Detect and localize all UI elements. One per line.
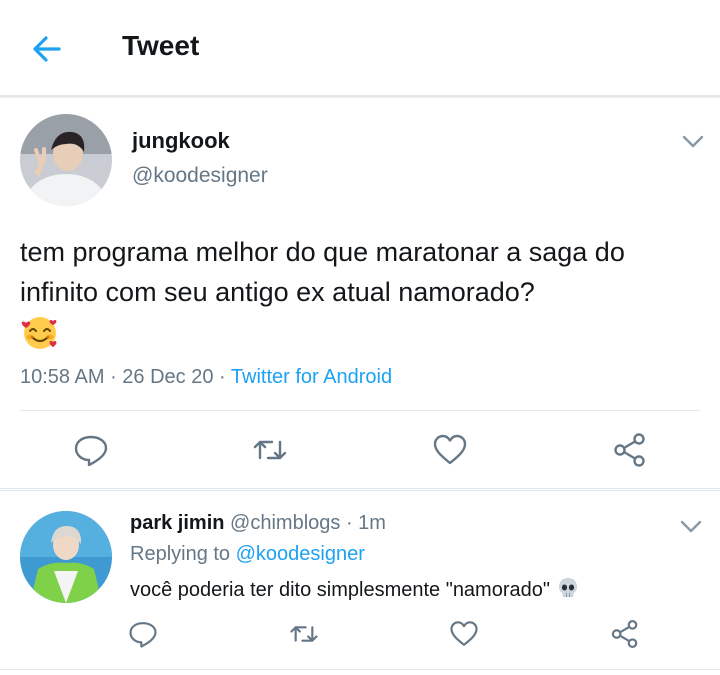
back-button[interactable] xyxy=(28,30,66,68)
reply-time: 1m xyxy=(358,512,386,534)
reply-icon xyxy=(74,435,108,467)
divider xyxy=(0,669,720,670)
replying-to-mention[interactable]: @koodesigner xyxy=(236,543,365,565)
heart-icon xyxy=(433,434,467,465)
author-name[interactable]: jungkook xyxy=(132,128,230,154)
chevron-down-icon xyxy=(680,520,702,533)
reply-icon xyxy=(129,622,157,648)
meta-separator: · xyxy=(104,366,123,388)
chevron-down-icon xyxy=(682,135,704,148)
tweet-text: tem programa melhor do que maratonar a s… xyxy=(20,237,625,307)
like-button[interactable] xyxy=(432,432,468,468)
divider xyxy=(20,410,700,411)
tweet-time: 10:58 AM xyxy=(20,366,105,388)
avatar[interactable] xyxy=(20,511,112,603)
share-button[interactable] xyxy=(612,432,648,468)
reply-tweet[interactable]: park jimin @chimblogs · 1m Replying to @… xyxy=(0,490,720,675)
reply-button[interactable] xyxy=(128,619,158,649)
top-bar: Tweet xyxy=(0,0,720,97)
meta-separator: · xyxy=(213,366,231,388)
reply-author-name[interactable]: park jimin xyxy=(130,512,224,534)
share-icon xyxy=(614,433,645,467)
reply-button[interactable] xyxy=(73,432,109,468)
share-icon xyxy=(611,620,638,648)
tweet-menu-button[interactable] xyxy=(682,135,704,149)
reply-menu-button[interactable] xyxy=(680,520,702,534)
tweet-metadata: 10:58 AM · 26 Dec 20 · Twitter for Andro… xyxy=(20,366,392,389)
replying-label: Replying to xyxy=(130,543,231,565)
skull-icon xyxy=(556,576,580,600)
retweet-button[interactable] xyxy=(252,432,288,468)
share-button[interactable] xyxy=(610,619,640,649)
main-tweet: jungkook @koodesigner tem programa melho… xyxy=(0,98,720,489)
replying-to: Replying to @koodesigner xyxy=(130,543,365,566)
retweet-icon xyxy=(253,440,287,460)
avatar[interactable] xyxy=(20,114,112,206)
reply-author-handle[interactable]: @chimblogs xyxy=(230,512,340,534)
retweet-button[interactable] xyxy=(289,619,319,649)
like-button[interactable] xyxy=(449,619,479,649)
tweet-date: 26 Dec 20 xyxy=(122,366,214,388)
arrow-left-icon xyxy=(33,36,61,62)
retweet-icon xyxy=(290,626,318,642)
smiling-face-with-hearts-icon xyxy=(20,313,60,351)
reply-text: você poderia ter dito simplesmente "namo… xyxy=(130,576,580,602)
heart-icon xyxy=(450,621,478,646)
author-handle[interactable]: @koodesigner xyxy=(132,164,268,188)
reply-text-content: você poderia ter dito simplesmente "namo… xyxy=(130,579,550,601)
page-title: Tweet xyxy=(122,30,200,61)
tweet-source-link[interactable]: Twitter for Android xyxy=(231,366,392,388)
reply-separator: · xyxy=(340,512,359,534)
reply-header: park jimin @chimblogs · 1m xyxy=(130,512,386,535)
